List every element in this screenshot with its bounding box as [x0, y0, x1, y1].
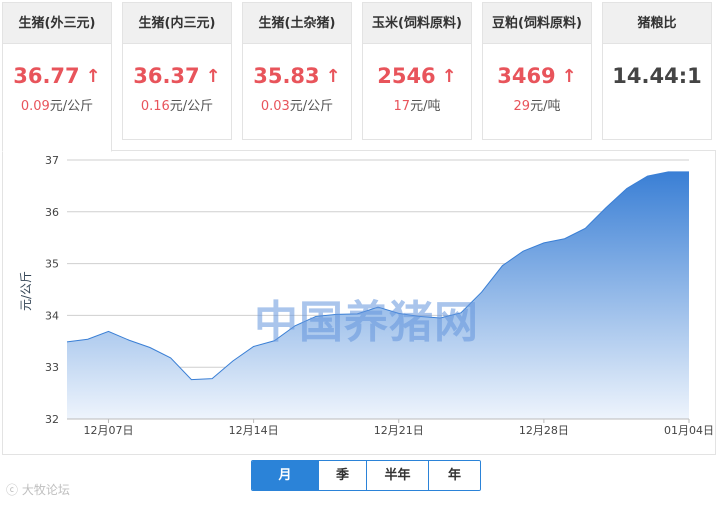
y-tick-label: 35 — [45, 258, 59, 271]
price-card-title: 玉米(饲料原料) — [363, 3, 471, 44]
x-tick-label: 01月04日 — [664, 424, 714, 437]
price-card-value: 2546 ↑ — [377, 64, 457, 88]
trend-up-icon: ↑ — [325, 66, 341, 87]
price-card[interactable]: 生猪(土杂猪) 35.83 ↑ 0.03元/公斤 — [242, 2, 352, 140]
price-card-value: 3469 ↑ — [497, 64, 577, 88]
trend-up-icon: ↑ — [85, 66, 101, 87]
price-card-change: 17元/吨 — [393, 99, 441, 114]
y-tick-label: 36 — [45, 206, 59, 219]
price-card-title: 生猪(内三元) — [123, 3, 231, 44]
price-card-change: 0.09元/公斤 — [20, 99, 94, 114]
x-tick-label: 12月21日 — [374, 424, 424, 437]
period-tab[interactable]: 季 — [318, 461, 366, 490]
x-tick-label: 12月28日 — [519, 424, 569, 437]
price-card-title: 生猪(土杂猪) — [243, 3, 351, 44]
price-card-title: 猪粮比 — [603, 3, 711, 44]
x-tick-label: 12月07日 — [83, 424, 133, 437]
y-tick-label: 33 — [45, 361, 59, 374]
y-tick-label: 34 — [45, 309, 59, 322]
price-card-value: 14.44:1 — [612, 64, 702, 88]
y-tick-label: 32 — [45, 413, 59, 426]
price-card[interactable]: 生猪(内三元) 36.37 ↑ 0.16元/公斤 — [122, 2, 232, 140]
price-cards: 生猪(外三元) 36.77 ↑ 0.09元/公斤 生猪(内三元) 36.37 ↑ 0.16元/… — [2, 2, 716, 152]
y-axis-label: 元/公斤 — [19, 271, 33, 311]
period-tab[interactable]: 月 — [252, 461, 318, 490]
price-card-value: 36.37 ↑ — [133, 64, 221, 88]
watermark-text: 中国养猪网 — [254, 297, 479, 348]
period-tabs: 月季半年年 — [251, 460, 481, 491]
trend-up-icon: ↑ — [561, 66, 577, 87]
brand-mark-text: 大牧论坛 — [21, 483, 70, 497]
period-tab[interactable]: 半年 — [366, 461, 428, 490]
price-card-title: 豆粕(饲料原料) — [483, 3, 591, 44]
price-card-title: 生猪(外三元) — [3, 3, 111, 44]
y-tick-label: 37 — [45, 154, 59, 167]
price-card-value: 36.77 ↑ — [13, 64, 101, 88]
brand-mark: ⓒ 大牧论坛 — [6, 481, 70, 498]
price-card[interactable]: 玉米(饲料原料) 2546 ↑ 17元/吨 — [362, 2, 472, 140]
brand-logo-icon: ⓒ — [6, 483, 22, 497]
price-card-change: 0.16元/公斤 — [140, 99, 214, 114]
price-card-change: 0.03元/公斤 — [260, 99, 334, 114]
price-card[interactable]: 生猪(外三元) 36.77 ↑ 0.09元/公斤 — [2, 2, 112, 152]
trend-up-icon: ↑ — [441, 66, 457, 87]
price-card-change: 29元/吨 — [513, 99, 561, 114]
price-card[interactable]: 猪粮比 14.44:1 — [602, 2, 712, 140]
price-card[interactable]: 豆粕(饲料原料) 3469 ↑ 29元/吨 — [482, 2, 592, 140]
price-card-value: 35.83 ↑ — [253, 64, 341, 88]
x-tick-label: 12月14日 — [229, 424, 279, 437]
period-tab[interactable]: 年 — [428, 461, 480, 490]
trend-up-icon: ↑ — [205, 66, 221, 87]
